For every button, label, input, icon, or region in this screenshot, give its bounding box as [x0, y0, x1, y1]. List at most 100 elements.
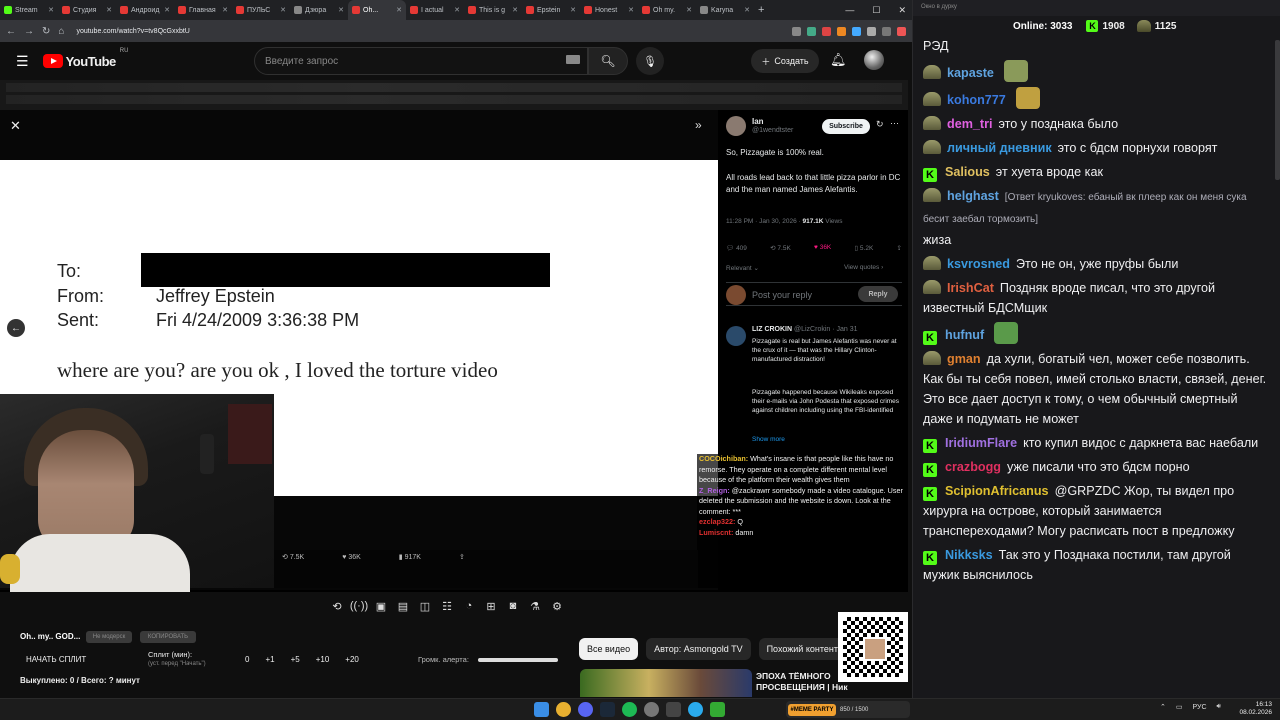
- video-player[interactable]: ✕ » To: From: Jeffrey Epstein Sent: Fri …: [0, 80, 908, 592]
- tab-close-icon[interactable]: ✕: [280, 6, 286, 14]
- tweet-avatar[interactable]: [726, 116, 746, 136]
- chat-username[interactable]: dem_tri: [947, 117, 993, 131]
- tweet-author-handle[interactable]: @1wendtster: [752, 127, 793, 134]
- language-indicator[interactable]: РУС: [1193, 704, 1207, 711]
- browser-tab[interactable]: Студия ✕: [58, 0, 116, 20]
- retweet-action[interactable]: ⟲ 7.5K: [770, 244, 791, 252]
- browser-tab[interactable]: Karyna ✕: [696, 0, 754, 20]
- chevron-up-icon[interactable]: ⌃: [1160, 703, 1166, 711]
- obs-icon[interactable]: [644, 702, 659, 717]
- user-avatar[interactable]: [864, 50, 884, 70]
- tab-close-icon[interactable]: ✕: [338, 6, 344, 14]
- bookmark-action[interactable]: ▯ 5.2K: [855, 244, 874, 252]
- new-tab-icon[interactable]: +: [754, 4, 768, 16]
- speed-icon[interactable]: ◔: [462, 599, 476, 613]
- copy-button[interactable]: КОПИРОВАТЬ: [140, 631, 196, 643]
- tab-close-icon[interactable]: ✕: [686, 6, 692, 14]
- browser-tab[interactable]: Stream ✕: [0, 0, 58, 20]
- kick-app-icon[interactable]: [710, 702, 725, 717]
- network-icon[interactable]: ▭: [1176, 703, 1183, 711]
- film-icon[interactable]: ▤: [396, 599, 410, 613]
- app-icon[interactable]: [666, 702, 681, 717]
- volume-icon[interactable]: 🔊︎: [1217, 703, 1221, 711]
- tab-close-icon[interactable]: ✕: [164, 6, 170, 14]
- chat-username[interactable]: личный дневник: [947, 141, 1052, 155]
- browser-tab[interactable]: This is g ✕: [464, 0, 522, 20]
- browser-tab[interactable]: ПУЛЬС ✕: [232, 0, 290, 20]
- clock[interactable]: 16:13 08.02.2026: [1236, 701, 1272, 717]
- tab-close-icon[interactable]: ✕: [396, 6, 402, 14]
- chat-username[interactable]: IridiumFlare: [945, 436, 1017, 450]
- voice-search-button[interactable]: 🎙︎: [636, 47, 664, 75]
- like-action[interactable]: ♥ 36K: [814, 244, 831, 252]
- view-quotes-link[interactable]: View quotes ›: [844, 264, 883, 271]
- alert-volume-slider[interactable]: [478, 658, 558, 662]
- steam-icon[interactable]: [600, 702, 615, 717]
- telegram-icon[interactable]: [688, 702, 703, 717]
- chat-username[interactable]: kapaste: [947, 66, 994, 80]
- playlist-icon[interactable]: ☷: [440, 599, 454, 613]
- chat-username[interactable]: Salious: [945, 165, 990, 179]
- url-field[interactable]: youtube.com/watch?v=tv8QcGxxbtU: [76, 28, 189, 35]
- tab-close-icon[interactable]: ✕: [106, 6, 112, 14]
- reply-action[interactable]: 💬︎ 409: [726, 244, 747, 252]
- back-icon[interactable]: ←: [6, 26, 16, 37]
- tab-close-icon[interactable]: ✕: [570, 6, 576, 14]
- start-icon[interactable]: [534, 702, 549, 717]
- chevron-right-icon[interactable]: »: [695, 118, 702, 132]
- subscribe-button[interactable]: Subscribe: [822, 119, 870, 134]
- tab-close-icon[interactable]: ✕: [512, 6, 518, 14]
- chat-username[interactable]: Nikksks: [945, 548, 993, 562]
- chat-username[interactable]: kohon777: [947, 93, 1006, 107]
- chat-scrollbar[interactable]: [1275, 40, 1280, 180]
- flask-icon[interactable]: ⚗: [528, 599, 542, 613]
- tab-close-icon[interactable]: ✕: [744, 6, 750, 14]
- browser-tab[interactable]: Oh... ✕: [348, 0, 406, 20]
- notifications-bell-icon[interactable]: 🔔︎: [830, 52, 847, 68]
- extension-icon[interactable]: [807, 26, 816, 36]
- picture-in-picture-icon[interactable]: ◫: [418, 599, 432, 613]
- tweet-author-name[interactable]: Ian: [752, 117, 764, 126]
- extension-icon[interactable]: [822, 26, 831, 36]
- relevant-sort[interactable]: Relevant ⌄: [726, 264, 759, 272]
- spotify-icon[interactable]: [622, 702, 637, 717]
- tab-close-icon[interactable]: ✕: [222, 6, 228, 14]
- browser-tab[interactable]: Honest ✕: [580, 0, 638, 20]
- reply-tweet-author[interactable]: LIZ CROKIN @LizCrokin · Jan 31: [752, 326, 858, 333]
- browser-tab[interactable]: Oh my. ✕: [638, 0, 696, 20]
- chat-username[interactable]: ScipionAfricanus: [945, 484, 1049, 498]
- browser-tab[interactable]: Дзюра ✕: [290, 0, 348, 20]
- chat-username[interactable]: crazbogg: [945, 460, 1001, 474]
- home-icon[interactable]: ⌂: [58, 26, 64, 37]
- split-value-button[interactable]: 0: [245, 655, 249, 664]
- profile-icon[interactable]: [897, 26, 906, 36]
- extension-icon[interactable]: [882, 26, 891, 36]
- split-value-button[interactable]: +10: [316, 655, 330, 664]
- split-value-button[interactable]: +20: [345, 655, 359, 664]
- browser-tab[interactable]: Главная ✕: [174, 0, 232, 20]
- reply-button[interactable]: Reply: [858, 286, 898, 302]
- arrow-left-icon[interactable]: ←: [7, 319, 25, 337]
- browser-tab[interactable]: I actual ✕: [406, 0, 464, 20]
- more-icon[interactable]: ⋯: [890, 118, 899, 129]
- extension-icon[interactable]: [792, 26, 801, 36]
- close-icon[interactable]: ✕: [10, 118, 21, 134]
- chat-username[interactable]: IrishCat: [947, 281, 994, 295]
- create-button[interactable]: ＋ Создать: [751, 49, 819, 73]
- tab-close-icon[interactable]: ✕: [628, 6, 634, 14]
- show-more-link[interactable]: Show more: [752, 436, 785, 443]
- screenshot-icon[interactable]: ◙: [506, 599, 520, 613]
- add-icon[interactable]: ⊞: [484, 599, 498, 613]
- reply-input[interactable]: Post your reply: [752, 290, 812, 300]
- filter-chip[interactable]: Автор: Asmongold TV: [646, 638, 751, 660]
- maximize-icon[interactable]: ☐: [872, 5, 880, 16]
- grok-icon[interactable]: ↻: [876, 119, 884, 130]
- tab-close-icon[interactable]: ✕: [454, 6, 460, 14]
- next-video-thumbnail[interactable]: [580, 669, 752, 697]
- video-settings-icon[interactable]: ▣: [374, 599, 388, 613]
- youtube-logo[interactable]: YouTube RU: [42, 48, 128, 69]
- loop-icon[interactable]: ⟲: [330, 599, 344, 613]
- chat-username[interactable]: hufnuf: [945, 328, 984, 342]
- extension-icon[interactable]: [852, 26, 861, 36]
- hamburger-menu-icon[interactable]: ☰: [16, 53, 29, 70]
